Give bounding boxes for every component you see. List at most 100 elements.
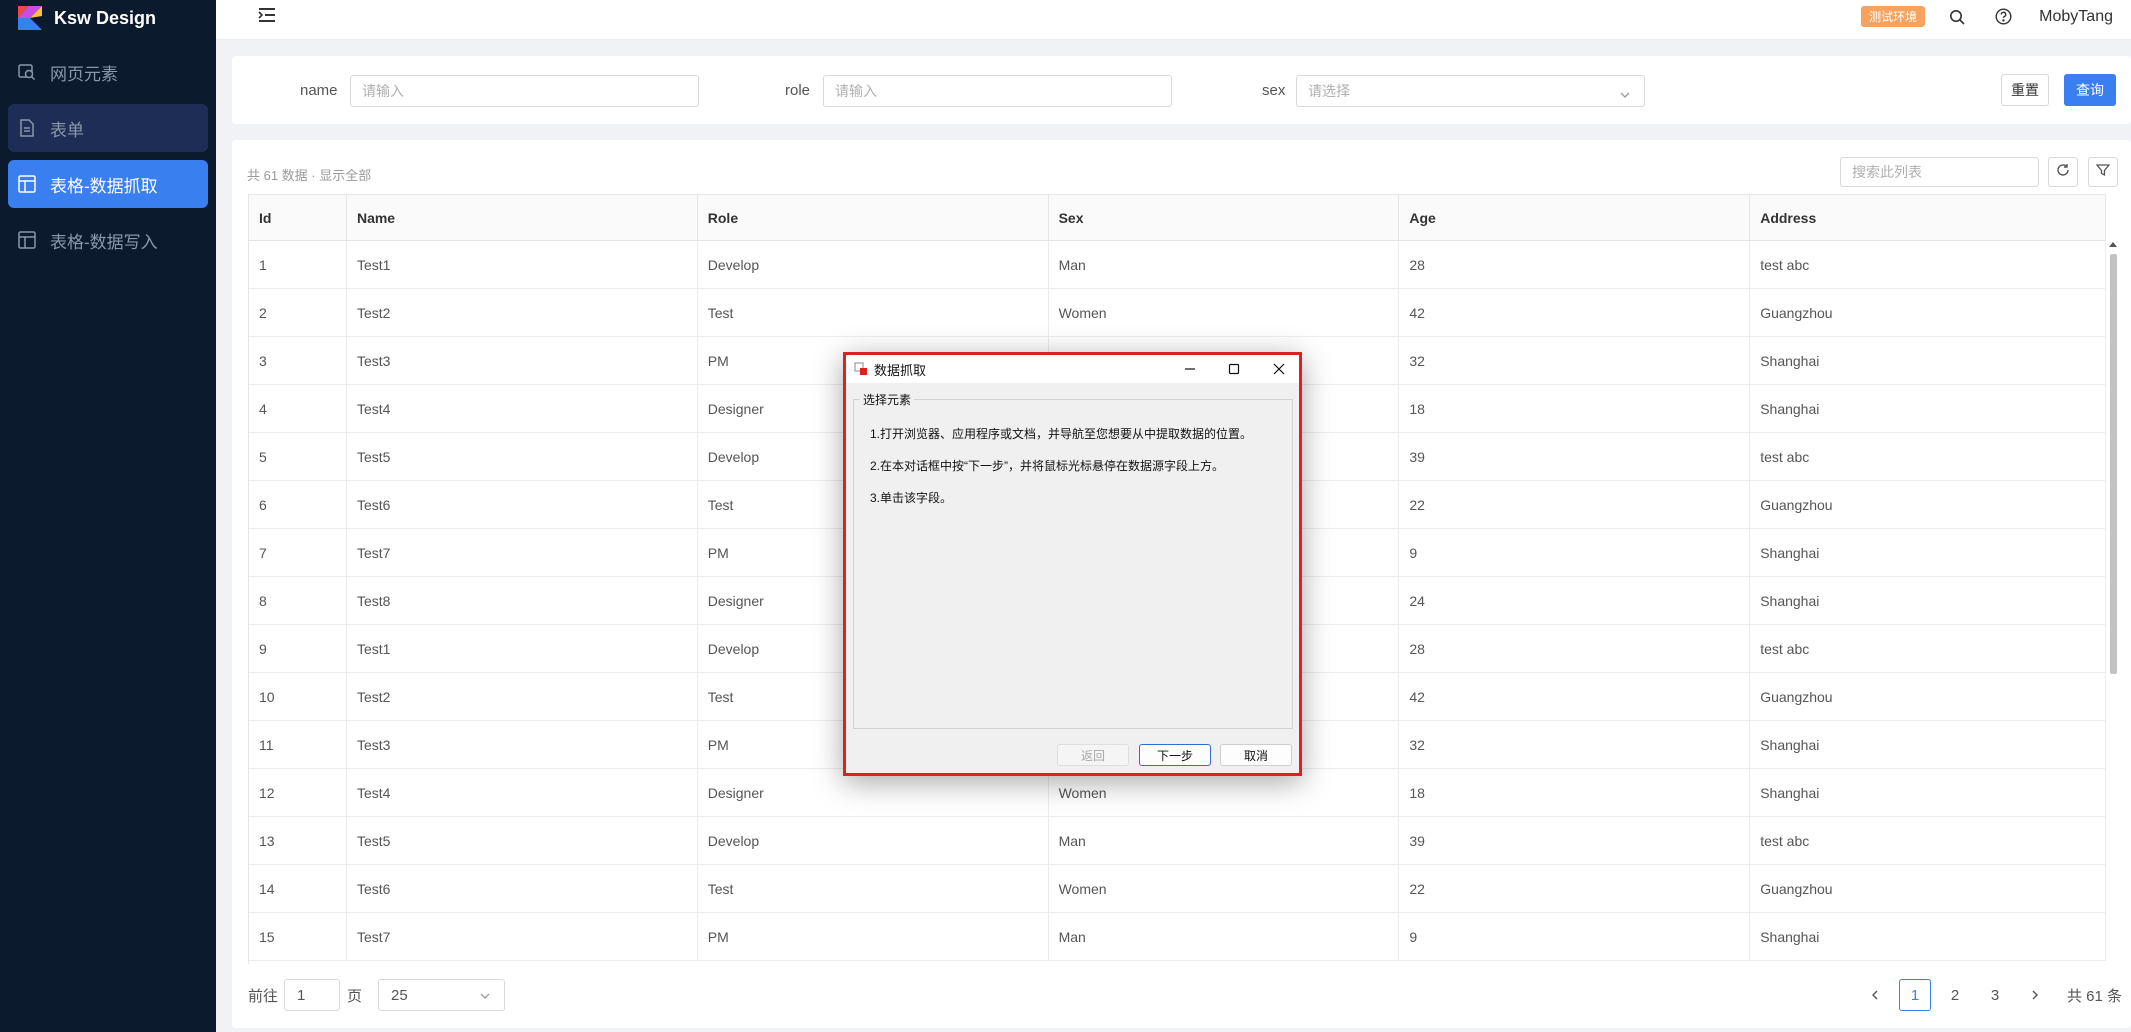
cell-id: 13 (249, 817, 347, 864)
close-icon[interactable] (1257, 355, 1301, 383)
search-icon[interactable] (1947, 7, 1967, 27)
scrollbar-thumb[interactable] (2110, 254, 2117, 674)
table-scrollbar[interactable] (2108, 240, 2118, 964)
refresh-button[interactable] (2048, 157, 2078, 187)
cell-name: Test6 (347, 481, 698, 528)
env-badge: 测试环境 (1861, 6, 1926, 27)
goto-page-input[interactable]: 1 (284, 979, 340, 1011)
cell-address: Guangzhou (1750, 289, 2106, 336)
column-header-role[interactable]: Role (698, 195, 1049, 240)
cell-sex: Women (1049, 289, 1400, 336)
group-title: 选择元素 (860, 391, 915, 408)
page-1-button[interactable]: 1 (1899, 979, 1931, 1011)
table-row[interactable]: 14 Test6 Test Women 22 Guangzhou (249, 865, 2106, 913)
menu-fold-icon[interactable] (258, 6, 276, 24)
chevron-left-icon (1872, 990, 1878, 1000)
cell-id: 4 (249, 385, 347, 432)
record-count: 共 61 数据 · 显示全部 (247, 168, 372, 183)
cell-role: PM (698, 913, 1049, 960)
total-count: 共 61 条 (2067, 988, 2123, 1005)
cell-address: test abc (1750, 817, 2106, 864)
dialog-titlebar[interactable]: 数据抓取 (846, 355, 1299, 383)
sidebar-item-label: 网页元素 (50, 64, 118, 84)
next-page-button[interactable] (2019, 979, 2051, 1011)
cell-name: Test4 (347, 769, 698, 816)
table-icon (16, 173, 38, 195)
table-row[interactable]: 2 Test2 Test Women 42 Guangzhou (249, 289, 2106, 337)
sidebar: Ksw Design 网页元素 表单 表格-数据抓取 表格-数据写入 (0, 0, 216, 1032)
query-button[interactable]: 查询 (2064, 74, 2116, 106)
sidebar-item-web-elements[interactable]: 网页元素 (8, 48, 208, 96)
role-input[interactable]: 请输入 (823, 75, 1172, 107)
cell-address: Shanghai (1750, 769, 2106, 816)
sidebar-item-table-scrape[interactable]: 表格-数据抓取 (8, 160, 208, 208)
cell-id: 6 (249, 481, 347, 528)
prev-page-button[interactable] (1859, 979, 1891, 1011)
role-label: role (785, 82, 811, 99)
table-row[interactable]: 15 Test7 PM Man 9 Shanghai (249, 913, 2106, 961)
cell-name: Test1 (347, 625, 698, 672)
table-icon (16, 229, 38, 251)
chevron-down-icon (480, 993, 490, 999)
app-logo[interactable]: Ksw Design (0, 0, 216, 36)
name-label: name (300, 82, 338, 99)
role-placeholder: 请输入 (835, 83, 877, 99)
header-actions: 测试环境 MobyTang (1861, 6, 2113, 27)
cell-address: Shanghai (1750, 529, 2106, 576)
scroll-up-icon[interactable] (2108, 240, 2118, 250)
cell-address: Shanghai (1750, 337, 2106, 384)
cell-name: Test8 (347, 577, 698, 624)
cell-address: test abc (1750, 625, 2106, 672)
cell-age: 22 (1399, 481, 1751, 528)
table-row[interactable]: 12 Test4 Designer Women 18 Shanghai (249, 769, 2106, 817)
cell-name: Test3 (347, 721, 698, 768)
cell-address: test abc (1750, 241, 2106, 288)
column-header-age[interactable]: Age (1399, 195, 1751, 240)
name-placeholder: 请输入 (362, 83, 404, 99)
cell-id: 5 (249, 433, 347, 480)
sidebar-item-form[interactable]: 表单 (8, 104, 208, 152)
cell-role: Develop (698, 817, 1049, 864)
cell-sex: Man (1049, 817, 1400, 864)
username[interactable]: MobyTang (2039, 8, 2113, 26)
column-header-id[interactable]: Id (249, 195, 347, 240)
cell-role: Test (698, 289, 1049, 336)
cell-id: 2 (249, 289, 347, 336)
column-header-name[interactable]: Name (347, 195, 698, 240)
table-row[interactable]: 13 Test5 Develop Man 39 test abc (249, 817, 2106, 865)
next-button[interactable]: 下一步 (1139, 744, 1211, 766)
maximize-icon[interactable] (1212, 355, 1256, 383)
table-row[interactable]: 1 Test1 Develop Man 28 test abc (249, 241, 2106, 289)
minimize-icon[interactable] (1168, 355, 1212, 383)
app-window-icon (854, 362, 868, 376)
cell-age: 39 (1399, 433, 1751, 480)
cell-name: Test5 (347, 817, 698, 864)
cancel-button[interactable]: 取消 (1220, 744, 1292, 766)
page-size-select[interactable]: 25 (378, 979, 505, 1011)
cell-sex: Man (1049, 241, 1400, 288)
select-element-group (853, 399, 1293, 729)
cell-age: 22 (1399, 865, 1751, 912)
list-search-input[interactable]: 搜索此列表 (1840, 157, 2039, 187)
column-header-address[interactable]: Address (1750, 195, 2106, 240)
sex-select[interactable]: 请选择 (1296, 75, 1645, 107)
column-header-sex[interactable]: Sex (1049, 195, 1400, 240)
instruction-step-3: 3.单击该字段。 (870, 491, 953, 505)
sidebar-item-table-write[interactable]: 表格-数据写入 (8, 216, 208, 264)
cell-address: test abc (1750, 433, 2106, 480)
filter-button[interactable] (2088, 157, 2118, 187)
cell-name: Test2 (347, 289, 698, 336)
sex-label: sex (1262, 82, 1286, 99)
name-input[interactable]: 请输入 (350, 75, 699, 107)
cell-age: 32 (1399, 337, 1751, 384)
help-icon[interactable] (1993, 7, 2013, 27)
sidebar-item-label: 表格-数据写入 (50, 232, 158, 252)
cell-address: Shanghai (1750, 721, 2106, 768)
page-2-button[interactable]: 2 (1939, 979, 1971, 1011)
page-3-button[interactable]: 3 (1979, 979, 2011, 1011)
cell-sex: Women (1049, 865, 1400, 912)
sidebar-item-label: 表单 (50, 120, 84, 140)
reset-button[interactable]: 重置 (2001, 74, 2049, 106)
cell-name: Test6 (347, 865, 698, 912)
back-button[interactable]: 返回 (1057, 744, 1129, 766)
